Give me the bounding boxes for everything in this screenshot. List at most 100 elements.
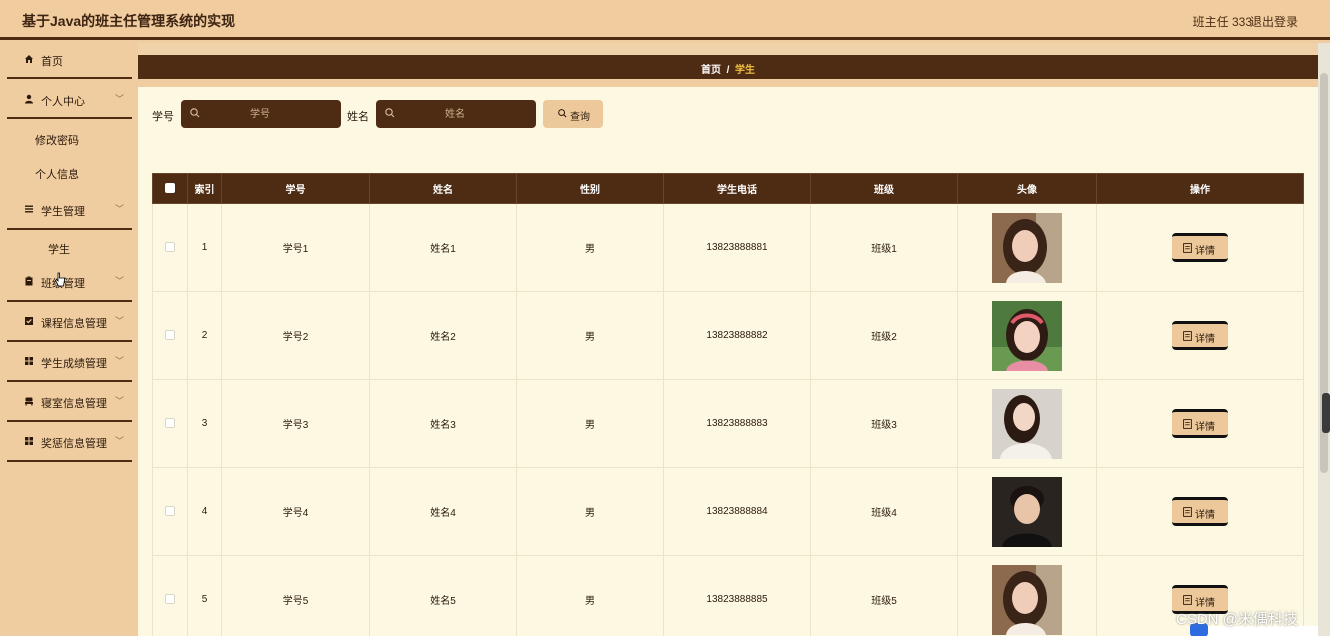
sidebar-item-label: 课程信息管理 — [41, 318, 107, 330]
mouse-cursor-icon — [55, 272, 65, 287]
grid-icon — [25, 437, 33, 445]
watermark: CSDN @米偶科技 — [1176, 611, 1298, 628]
column-header: 操作 — [1096, 173, 1304, 204]
row-checkbox[interactable] — [165, 242, 175, 253]
cell-class: 班级2 — [810, 291, 958, 380]
detail-button-label: 详情 — [1195, 598, 1215, 609]
bed-icon — [25, 397, 33, 406]
current-user-label: 班主任 333 — [1192, 15, 1252, 29]
student-id-search-input[interactable] — [205, 104, 315, 124]
breadcrumb-home[interactable]: 首页 — [701, 65, 721, 76]
cell-index: 4 — [187, 467, 222, 556]
chevron-down-icon: ﹀ — [114, 436, 124, 446]
chevron-down-icon: ﹀ — [114, 276, 124, 286]
cell-name: 姓名2 — [369, 291, 517, 380]
sidebar-item-label: 个人中心 — [41, 96, 85, 108]
document-icon — [1183, 243, 1192, 253]
top-header: 基于Java的班主任管理系统的实现 班主任 333 退出登录 — [0, 0, 1330, 40]
logout-link[interactable]: 退出登录 — [1250, 13, 1298, 30]
divider — [7, 117, 132, 119]
chevron-down-icon: ﹀ — [114, 356, 124, 366]
sidebar: 首页 个人中心 ﹀ 修改密码 个人信息 学生管理 ﹀ 学生 班级管理 ﹀ 课程信… — [0, 43, 138, 636]
sidebar-subitem-change-password[interactable]: 修改密码 — [35, 132, 79, 148]
column-header: 学号 — [221, 173, 370, 204]
cell-name: 姓名4 — [369, 467, 517, 556]
search-icon — [385, 108, 395, 118]
sidebar-subitem-student[interactable]: 学生 — [48, 241, 70, 257]
table-row: 1 学号1 姓名1 男 13823888881 班级1 详情 — [152, 203, 1304, 292]
query-button-label: 查询 — [570, 112, 590, 123]
detail-button-label: 详情 — [1195, 334, 1215, 345]
column-header: 班级 — [810, 173, 958, 204]
detail-button[interactable]: 详情 — [1172, 409, 1228, 438]
cell-student-id: 学号5 — [221, 555, 370, 636]
detail-button[interactable]: 详情 — [1172, 321, 1228, 350]
home-icon — [25, 55, 33, 63]
cell-gender: 男 — [516, 379, 664, 468]
avatar — [992, 388, 1062, 459]
select-all-checkbox[interactable] — [165, 183, 175, 194]
page-scrollbar[interactable] — [1318, 43, 1330, 636]
select-all-header — [152, 173, 188, 204]
cell-index: 5 — [187, 555, 222, 636]
table-row: 5 学号5 姓名5 男 13823888885 班级5 详情 — [152, 555, 1304, 636]
column-header: 学生电话 — [663, 173, 811, 204]
cell-student-id: 学号1 — [221, 203, 370, 292]
clipboard-icon — [25, 276, 33, 286]
cell-index: 1 — [187, 203, 222, 292]
student-id-search-label: 学号 — [152, 111, 174, 123]
student-id-search-box — [181, 100, 341, 128]
search-icon — [558, 109, 567, 118]
breadcrumb-separator: / — [726, 65, 730, 76]
divider — [7, 228, 132, 230]
checkbox-icon — [25, 317, 33, 325]
cell-student-id: 学号2 — [221, 291, 370, 380]
cell-class: 班级1 — [810, 203, 958, 292]
divider — [7, 460, 132, 462]
row-checkbox[interactable] — [165, 418, 175, 429]
divider — [7, 340, 132, 342]
sidebar-subitem-personal-info[interactable]: 个人信息 — [35, 166, 79, 182]
name-search-box — [376, 100, 536, 128]
breadcrumb-current: 学生 — [734, 65, 755, 76]
grid-icon — [25, 357, 33, 365]
breadcrumb: 首页 / 学生 — [138, 61, 1318, 76]
document-icon — [1183, 419, 1192, 429]
list-icon — [25, 205, 33, 213]
sidebar-item-label: 学生管理 — [41, 206, 85, 218]
cell-student-id: 学号3 — [221, 379, 370, 468]
chevron-down-icon: ﹀ — [114, 396, 124, 406]
divider — [7, 420, 132, 422]
cell-name: 姓名3 — [369, 379, 517, 468]
cell-phone: 13823888884 — [663, 467, 811, 556]
row-checkbox[interactable] — [165, 330, 175, 341]
column-header: 性别 — [516, 173, 664, 204]
row-checkbox[interactable] — [165, 506, 175, 517]
cell-index: 3 — [187, 379, 222, 468]
side-tab[interactable] — [1322, 393, 1330, 433]
chevron-down-icon: ﹀ — [114, 94, 124, 104]
cell-class: 班级4 — [810, 467, 958, 556]
cell-name: 姓名5 — [369, 555, 517, 636]
search-icon — [190, 108, 200, 118]
sidebar-item-label: 首页 — [41, 56, 63, 68]
avatar — [992, 476, 1062, 547]
cell-phone: 13823888885 — [663, 555, 811, 636]
app-title: 基于Java的班主任管理系统的实现 — [22, 13, 236, 29]
cell-student-id: 学号4 — [221, 467, 370, 556]
table-row: 4 学号4 姓名4 男 13823888884 班级4 详情 — [152, 467, 1304, 556]
detail-button[interactable]: 详情 — [1172, 233, 1228, 262]
row-checkbox[interactable] — [165, 594, 175, 605]
cell-phone: 13823888883 — [663, 379, 811, 468]
name-search-label: 姓名 — [347, 111, 369, 123]
query-button[interactable]: 查询 — [543, 100, 603, 128]
detail-button-label: 详情 — [1195, 246, 1215, 257]
cell-gender: 男 — [516, 203, 664, 292]
detail-button-label: 详情 — [1195, 422, 1215, 433]
column-header: 头像 — [957, 173, 1097, 204]
detail-button[interactable]: 详情 — [1172, 497, 1228, 526]
user-icon — [25, 94, 33, 104]
chevron-down-icon: ﹀ — [114, 204, 124, 214]
name-search-input[interactable] — [400, 104, 510, 124]
cell-gender: 男 — [516, 467, 664, 556]
